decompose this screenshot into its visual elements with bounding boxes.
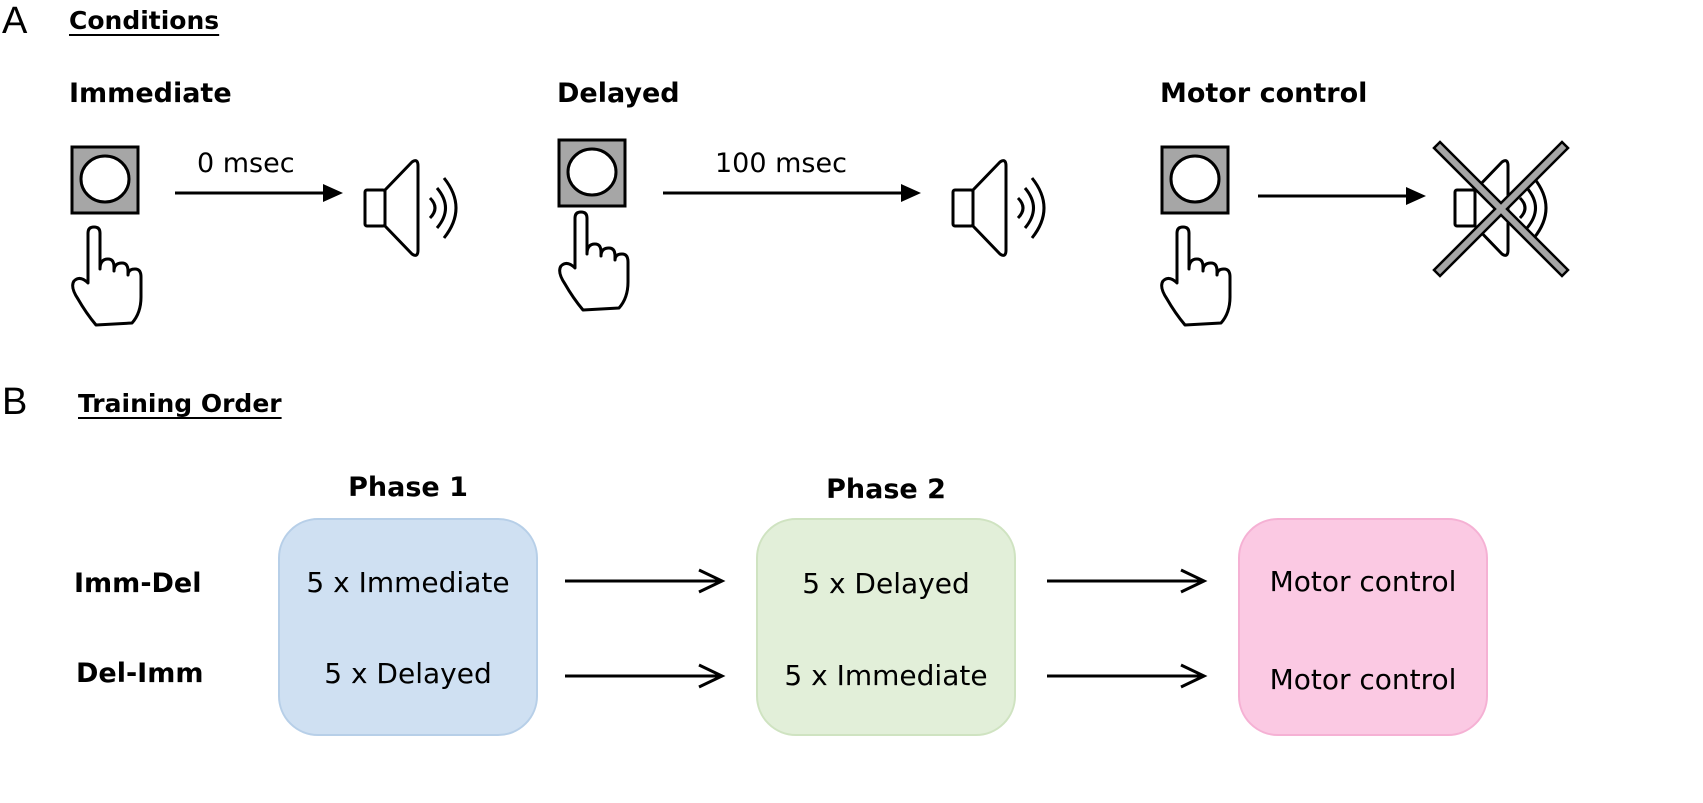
button-icon bbox=[557, 138, 627, 208]
motor-control-row-2: Motor control bbox=[1269, 663, 1457, 696]
arrow-icon bbox=[1047, 663, 1208, 689]
motor-control-box: Motor control Motor control bbox=[1238, 518, 1488, 736]
arrow-icon bbox=[565, 663, 726, 689]
panel-a-letter: A bbox=[2, 0, 28, 42]
speaker-icon bbox=[951, 159, 1046, 257]
row-label-imm-del: Imm-Del bbox=[74, 568, 202, 599]
phase-1-box: 5 x Immediate 5 x Delayed bbox=[278, 518, 538, 736]
row-label-del-imm: Del-Imm bbox=[76, 658, 204, 689]
training-order-title: Training Order bbox=[78, 389, 282, 418]
pointing-hand-icon bbox=[71, 225, 143, 327]
arrow-icon bbox=[565, 568, 726, 594]
condition-title-delayed: Delayed bbox=[557, 78, 680, 109]
phase-2-row-2: 5 x Immediate bbox=[784, 659, 988, 692]
pointing-hand-icon bbox=[1160, 225, 1232, 327]
condition-title-motor-control: Motor control bbox=[1160, 78, 1368, 109]
button-icon bbox=[70, 145, 140, 215]
phase-1-title: Phase 1 bbox=[348, 472, 468, 503]
conditions-title: Conditions bbox=[69, 6, 220, 35]
button-icon bbox=[1160, 145, 1230, 215]
delay-label-immediate: 0 msec bbox=[197, 148, 295, 179]
arrow-icon bbox=[175, 184, 343, 202]
pointing-hand-icon bbox=[558, 210, 630, 312]
phase-1-row-1: 5 x Immediate bbox=[306, 566, 510, 599]
arrow-icon bbox=[663, 184, 921, 202]
arrow-icon bbox=[1258, 187, 1426, 205]
condition-title-immediate: Immediate bbox=[69, 78, 232, 109]
phase-2-row-1: 5 x Delayed bbox=[802, 567, 970, 600]
phase-1-row-2: 5 x Delayed bbox=[324, 657, 492, 690]
phase-2-title: Phase 2 bbox=[826, 474, 946, 505]
arrow-icon bbox=[1047, 568, 1208, 594]
speaker-icon bbox=[363, 159, 458, 257]
delay-label-delayed: 100 msec bbox=[715, 148, 847, 179]
phase-2-box: 5 x Delayed 5 x Immediate bbox=[756, 518, 1016, 736]
speaker-muted-icon bbox=[1432, 140, 1570, 278]
panel-b-letter: B bbox=[2, 381, 28, 423]
motor-control-row-1: Motor control bbox=[1269, 565, 1457, 598]
